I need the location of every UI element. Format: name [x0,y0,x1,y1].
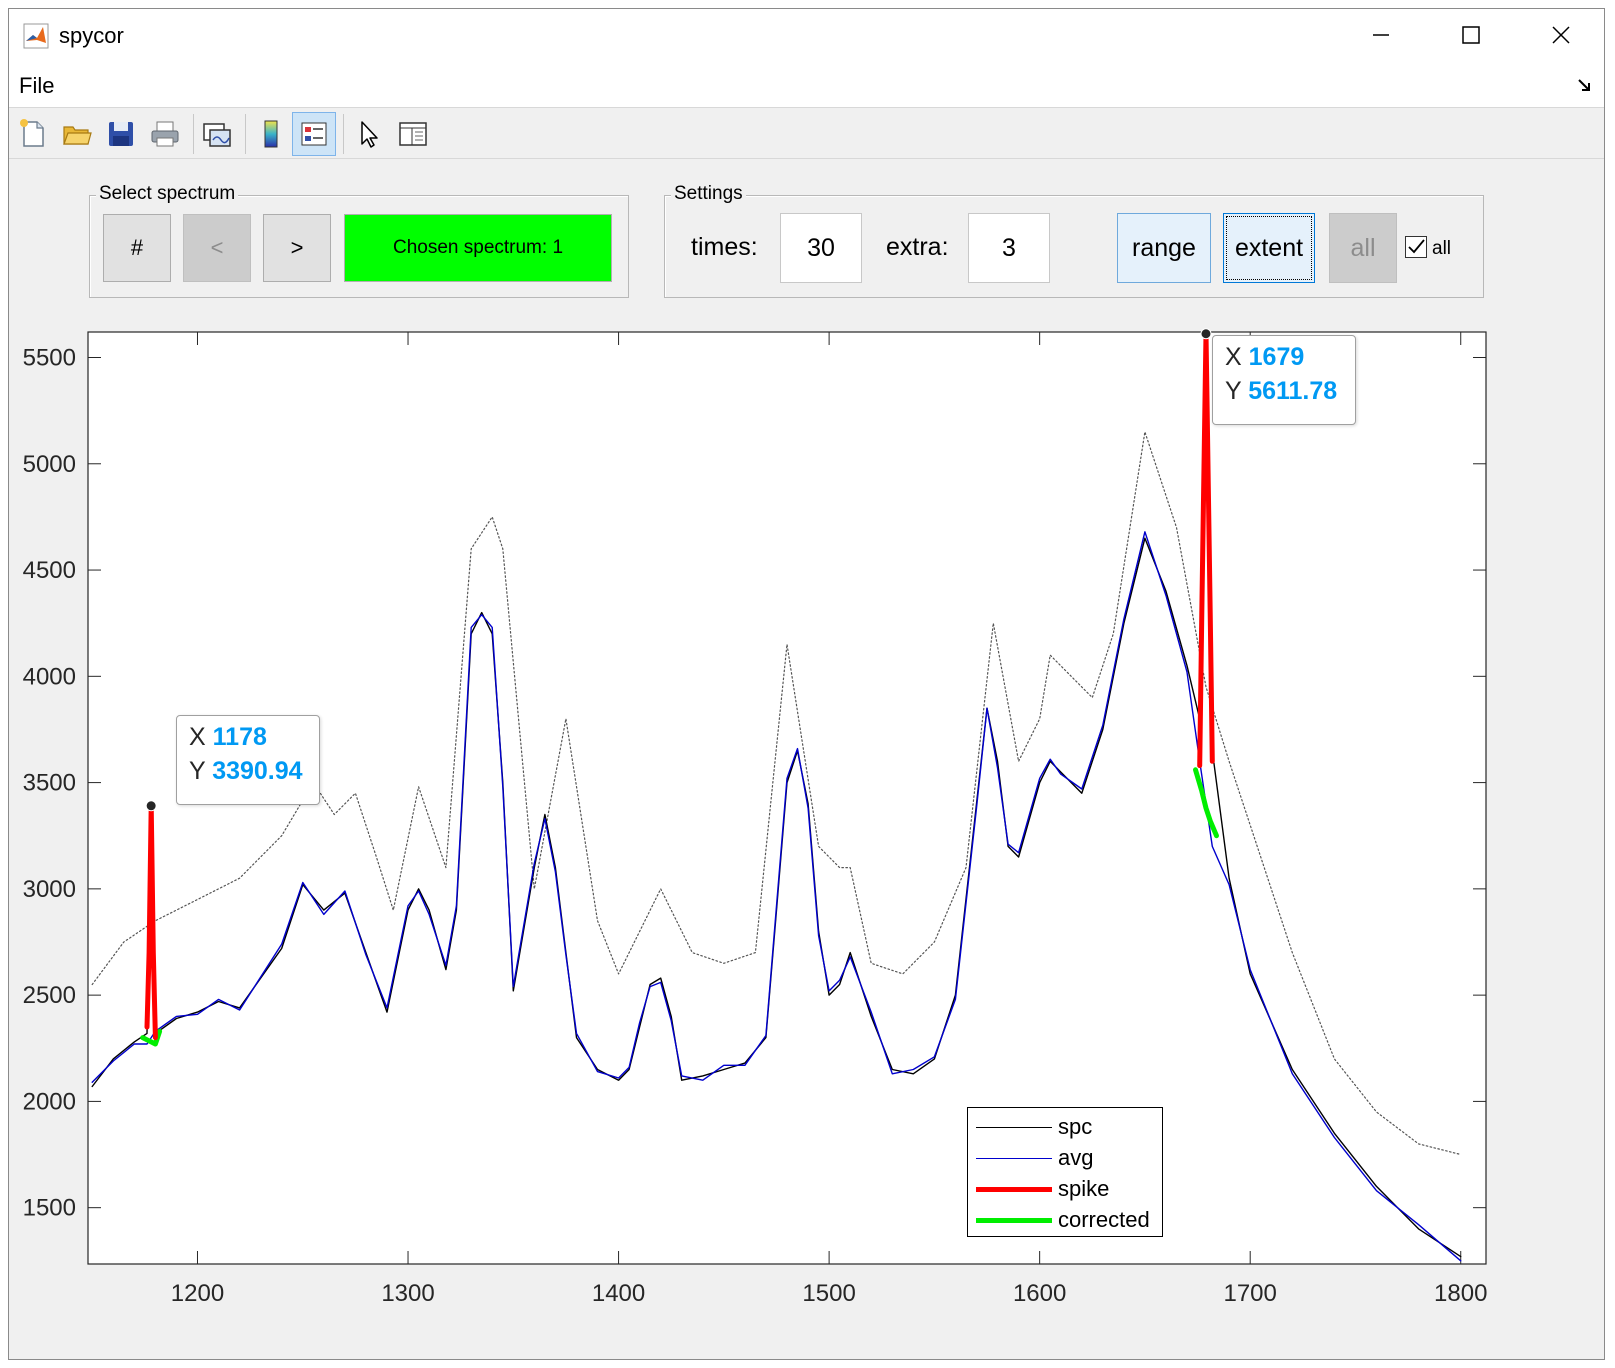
legend-swatch-spc [976,1127,1052,1128]
figure-window: spycor File Select spectrum # < > Chosen… [8,8,1605,1360]
x-tick-label: 1800 [1434,1280,1487,1307]
x-tick-label: 1400 [592,1280,645,1307]
legend-label-avg: avg [1058,1145,1094,1170]
datatip-2-y-key: Y [1225,377,1242,405]
datatip-1-y-key: Y [189,757,206,785]
y-tick-label: 2000 [23,1088,76,1115]
y-tick-label: 2500 [23,982,76,1009]
x-tick-label: 1700 [1223,1280,1276,1307]
spectrum-plot[interactable]: 1200 1300 1400 1500 1600 1700 1800 1500 2000 2500… [9,9,1606,1361]
datatip-2[interactable]: X 1679 Y 5611.78 [1212,335,1356,425]
x-tick-label: 1300 [381,1280,434,1307]
x-tick-label: 1500 [802,1280,855,1307]
legend-swatch-avg [976,1158,1052,1159]
y-tick-label: 4500 [23,557,76,584]
datatip-1-y-value: 3390.94 [212,757,303,785]
datatip-1[interactable]: X 1178 Y 3390.94 [176,715,320,805]
y-tick-label: 5500 [23,345,76,372]
y-tick-label: 4000 [23,663,76,690]
legend-entry-corrected: corrected [968,1205,1162,1236]
legend-label-spc: spc [1058,1114,1093,1139]
y-tick-label: 1500 [23,1195,76,1222]
y-tick-label: 3500 [23,770,76,797]
datatip-marker-1[interactable] [145,800,157,812]
datatip-2-x-value: 1679 [1248,343,1305,371]
legend-entry-spc: spc [968,1112,1162,1143]
datatip-1-x-value: 1178 [212,723,267,751]
datatip-marker-2[interactable] [1200,328,1212,340]
datatip-2-y-value: 5611.78 [1248,377,1338,405]
legend-swatch-spike [976,1187,1052,1192]
datatip-1-x-key: X [189,723,206,751]
y-tick-label: 3000 [23,876,76,903]
legend-label-corrected: corrected [1058,1207,1150,1232]
x-tick-label: 1600 [1013,1280,1066,1307]
x-tick-label: 1200 [171,1280,224,1307]
datatip-2-x-key: X [1225,343,1242,371]
legend-entry-avg: avg [968,1143,1162,1174]
legend-swatch-corrected [976,1218,1052,1223]
y-tick-label: 5000 [23,451,76,478]
legend-entry-spike: spike [968,1174,1162,1205]
legend[interactable]: spc avg spike corrected [967,1107,1163,1237]
legend-label-spike: spike [1058,1176,1110,1201]
